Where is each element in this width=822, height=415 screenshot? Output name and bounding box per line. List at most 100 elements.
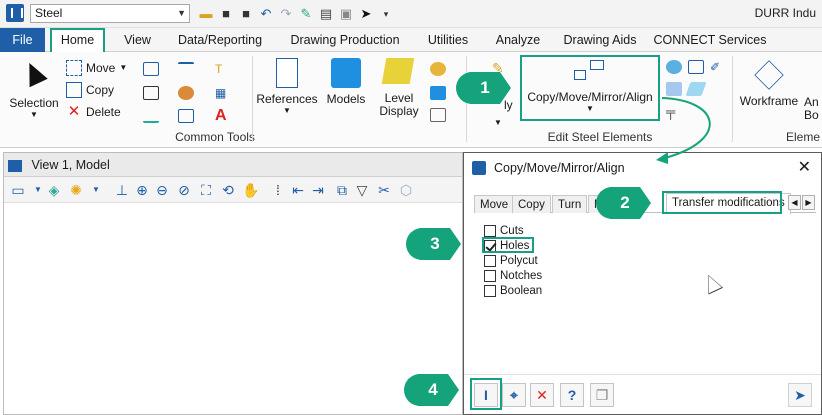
tab-file[interactable]: File	[0, 28, 45, 52]
apply-arrow-icon[interactable]: ➤	[788, 383, 812, 407]
walk-icon[interactable]: ⁞	[270, 182, 286, 198]
modification-checklist: Cuts Holes Polycut Notches Boolean	[484, 223, 542, 298]
display-style-icon[interactable]: ◈	[46, 182, 62, 198]
delete-button[interactable]: ✕ Delete	[66, 102, 121, 122]
chevron-down-icon: ▼	[34, 185, 42, 194]
fit-icon[interactable]: ⌖	[502, 383, 526, 407]
grid-icon[interactable]	[430, 108, 446, 122]
view-toolbar: ▭ ▼ ◈ ✺ ▼ ⊥ ⊕ ⊖ ⊘ ⛶ ⟲ ✋ ⁞ ⇤ ⇥ ⧉ ▽ ✂ ⬡	[4, 177, 462, 203]
clip-mask-icon[interactable]: ⬡	[398, 182, 414, 198]
undo-icon[interactable]: ↶	[258, 6, 274, 22]
place-element-icon[interactable]	[143, 62, 159, 76]
redo-icon[interactable]: ↷	[278, 6, 294, 22]
polycut-label: Polycut	[500, 254, 538, 267]
lighting-icon[interactable]: ✺	[68, 182, 84, 198]
models-label: Models	[326, 92, 366, 106]
workspace-combo[interactable]: Steel ▼	[30, 4, 190, 23]
polycut-checkbox[interactable]	[484, 254, 496, 267]
tab-copy[interactable]: Copy	[512, 195, 551, 213]
dialog-title: Copy/Move/Mirror/Align	[494, 161, 625, 175]
tab-drawing-production[interactable]: Drawing Production	[280, 28, 410, 52]
cube-icon[interactable]	[666, 82, 682, 96]
corner-icon[interactable]	[143, 86, 159, 100]
previous-view-icon[interactable]: ⇤	[290, 182, 306, 198]
tag-icon[interactable]: T	[215, 62, 231, 76]
plate-icon[interactable]	[685, 82, 707, 96]
save-icon[interactable]: ■	[218, 6, 234, 22]
clip-volume-icon[interactable]: ▽	[354, 182, 370, 198]
workframe-button[interactable]: Workframe	[738, 58, 800, 108]
help-icon[interactable]: ?	[560, 383, 584, 407]
pencil-icon[interactable]: ✎	[298, 6, 314, 22]
search-icon[interactable]	[430, 62, 446, 76]
copy-doc-icon[interactable]: ❐	[590, 383, 614, 407]
save-settings-icon[interactable]: ■	[238, 6, 254, 22]
close-icon[interactable]: ✕	[798, 153, 811, 183]
line-icon[interactable]	[143, 109, 159, 123]
tab-turn[interactable]: Turn	[552, 195, 588, 213]
text-icon[interactable]: A	[215, 107, 231, 124]
move-button[interactable]: Move ▼	[66, 58, 127, 78]
window-area-icon[interactable]: ⊘	[176, 182, 192, 198]
boolean-label: Boolean	[500, 284, 543, 297]
cut-section-icon[interactable]: ✂	[376, 182, 392, 198]
chevron-down-icon: ▼	[119, 63, 128, 72]
checkbox-row-cuts[interactable]: Cuts	[484, 223, 542, 238]
workframe-icon	[754, 60, 784, 90]
copy-view-icon[interactable]: ⧉	[334, 182, 350, 198]
rotate-view-icon[interactable]: ⟲	[220, 182, 236, 198]
selection-button[interactable]: Selection ▼	[6, 58, 62, 119]
view-title-bar: View 1, Model	[4, 153, 462, 177]
pan-icon[interactable]: ✋	[242, 182, 259, 198]
cancel-icon[interactable]: ✕	[530, 383, 554, 407]
tab-utilities[interactable]: Utilities	[418, 28, 478, 52]
notches-checkbox[interactable]	[484, 269, 496, 282]
tab-view[interactable]: View	[115, 28, 160, 52]
open-folder-icon[interactable]: ▬	[198, 6, 214, 22]
update-view-icon[interactable]: ⊥	[114, 182, 130, 198]
checkbox-row-notches[interactable]: Notches	[484, 268, 542, 283]
zoom-out-icon[interactable]: ⊖	[154, 182, 170, 198]
brush-icon[interactable]: ✐	[710, 60, 726, 74]
next-view-icon[interactable]: ⇥	[310, 182, 326, 198]
copy-button[interactable]: Copy	[66, 80, 114, 100]
boolean-checkbox[interactable]	[484, 284, 496, 297]
holes-highlight	[482, 237, 534, 253]
tab-connect-services[interactable]: CONNECT Services	[650, 28, 770, 52]
info-icon[interactable]	[430, 86, 446, 100]
cell-icon[interactable]: ▦	[215, 86, 231, 100]
pointer-icon[interactable]: ➤	[358, 6, 374, 22]
zoom-in-icon[interactable]: ⊕	[134, 182, 150, 198]
tab-scroll-right-icon[interactable]: ▶	[802, 195, 815, 210]
dimension-icon[interactable]	[178, 62, 194, 76]
delete-icon: ✕	[67, 103, 81, 120]
shape-icon[interactable]	[688, 60, 704, 74]
customize-qat-icon[interactable]: ▾	[378, 6, 394, 22]
fit-view-icon[interactable]: ⛶	[198, 182, 214, 198]
palette-icon[interactable]	[178, 86, 194, 100]
view-window[interactable]: View 1, Model ▭ ▼ ◈ ✺ ▼ ⊥ ⊕ ⊖ ⊘ ⛶ ⟲ ✋ ⁞ …	[3, 152, 463, 415]
level-display-button[interactable]: Level Display	[372, 58, 424, 118]
app-logo-icon[interactable]	[6, 4, 24, 22]
palette-icon[interactable]	[666, 60, 682, 74]
tab-move[interactable]: Move	[474, 195, 515, 213]
drill-icon[interactable]: ╤	[666, 104, 682, 119]
view-attributes-icon[interactable]: ▭	[10, 182, 26, 198]
models-button[interactable]: Models	[323, 58, 369, 106]
cuts-checkbox[interactable]	[484, 224, 496, 237]
tab-analyze[interactable]: Analyze	[488, 28, 548, 52]
tab-home[interactable]: Home	[50, 28, 105, 52]
lock-icon[interactable]: ▣	[338, 6, 354, 22]
tab-data-reporting[interactable]: Data/Reporting	[170, 28, 270, 52]
chevron-down-icon: ▼	[92, 185, 100, 194]
print-icon[interactable]: ▤	[318, 6, 334, 22]
tab-drawing-aids[interactable]: Drawing Aids	[556, 28, 644, 52]
checkbox-row-boolean[interactable]: Boolean	[484, 283, 542, 298]
checkbox-row-polycut[interactable]: Polycut	[484, 253, 542, 268]
copy-icon	[66, 82, 82, 98]
rectangle-icon[interactable]	[178, 109, 194, 123]
angle-bolt-label[interactable]: An Bo	[804, 96, 822, 122]
references-button[interactable]: References ▼	[256, 58, 318, 115]
tab-scroll-left-icon[interactable]: ◀	[788, 195, 801, 210]
callout-4: 4	[404, 374, 459, 406]
